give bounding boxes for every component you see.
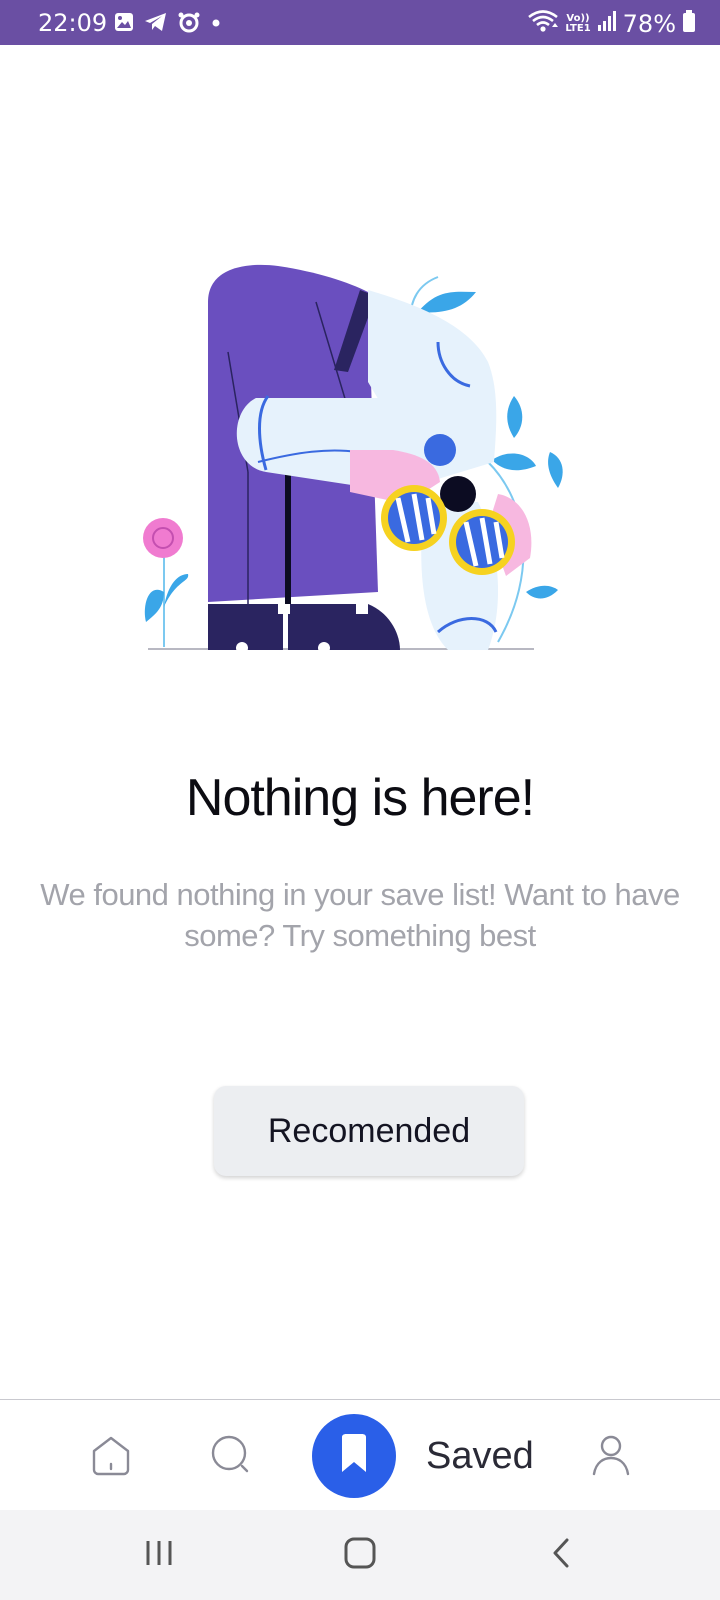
nav-saved-label: Saved bbox=[426, 1434, 534, 1477]
nav-search[interactable] bbox=[204, 1430, 258, 1484]
system-navigation-bar bbox=[0, 1510, 720, 1600]
person-illustration bbox=[208, 264, 532, 654]
recommended-button[interactable]: Recomended bbox=[214, 1086, 524, 1176]
flower-illustration bbox=[143, 518, 189, 647]
home-button-icon bbox=[344, 1537, 376, 1574]
status-right: Vo)) LTE1 78% bbox=[527, 9, 696, 39]
nav-profile[interactable] bbox=[584, 1430, 638, 1484]
system-home-button[interactable] bbox=[337, 1532, 383, 1578]
saved-active-indicator bbox=[312, 1414, 396, 1498]
empty-state-illustration bbox=[138, 262, 578, 662]
home-icon bbox=[88, 1432, 134, 1483]
back-icon bbox=[549, 1537, 573, 1574]
signal-icon bbox=[597, 10, 617, 38]
nav-saved[interactable]: Saved bbox=[312, 1414, 534, 1498]
battery-icon bbox=[682, 9, 696, 39]
telegram-icon bbox=[144, 12, 168, 36]
bookmark-icon bbox=[336, 1433, 372, 1480]
battery-percent: 78% bbox=[622, 10, 676, 38]
empty-state-title: Nothing is here! bbox=[185, 769, 535, 827]
gallery-icon bbox=[114, 12, 134, 36]
recent-apps-icon bbox=[144, 1538, 174, 1573]
empty-state-message: We found nothing in your save list! Want… bbox=[40, 877, 680, 953]
recent-apps-button[interactable] bbox=[136, 1532, 182, 1578]
search-icon bbox=[208, 1432, 254, 1483]
status-bar: 22:09 Vo)) LTE1 78% bbox=[0, 0, 720, 45]
alarm-icon bbox=[178, 11, 200, 37]
notification-icons bbox=[114, 11, 222, 37]
nav-home[interactable] bbox=[84, 1430, 138, 1484]
network-type-label: Vo)) LTE1 bbox=[565, 14, 590, 34]
lte-label: LTE1 bbox=[565, 23, 591, 34]
status-time: 22:09 bbox=[38, 9, 108, 37]
back-button[interactable] bbox=[538, 1532, 584, 1578]
bottom-navigation: Saved bbox=[0, 1399, 720, 1511]
dot-icon bbox=[210, 12, 222, 36]
wifi-icon bbox=[527, 9, 559, 39]
user-icon bbox=[588, 1432, 634, 1483]
